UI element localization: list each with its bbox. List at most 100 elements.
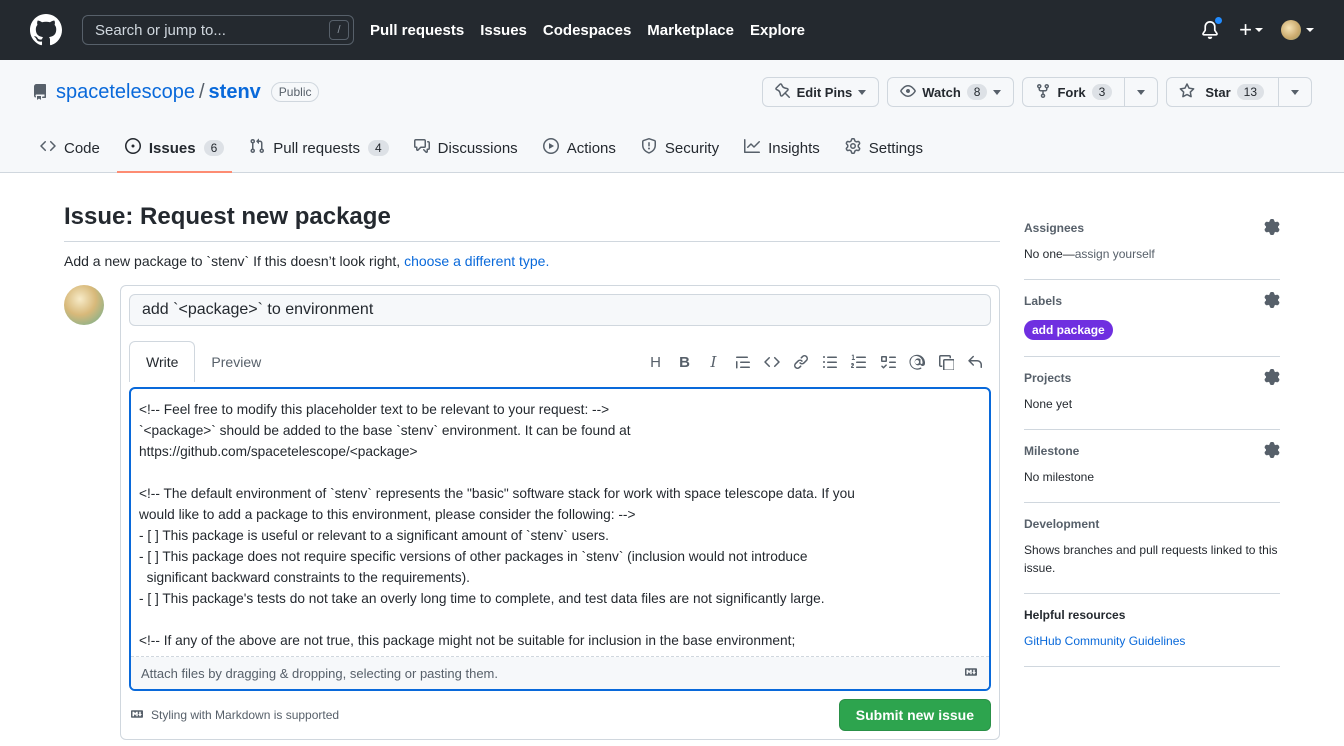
star-dropdown-button[interactable] [1278, 78, 1311, 106]
tab-discussions[interactable]: Discussions [406, 124, 526, 172]
tab-insights-label: Insights [768, 139, 820, 157]
mention-icon[interactable] [908, 354, 925, 371]
gear-icon [845, 138, 861, 158]
global-header: Search or jump to... / Pull requests Iss… [0, 0, 1344, 60]
nav-explore[interactable]: Explore [750, 22, 805, 39]
repo-breadcrumb: spacetelescope / stenv Public [32, 80, 320, 104]
chevron-down-icon [1291, 89, 1299, 95]
gear-icon[interactable] [1264, 291, 1280, 311]
tab-pull-requests[interactable]: Pull requests 4 [241, 124, 396, 172]
tab-code[interactable]: Code [32, 124, 108, 172]
milestone-section: Milestone No milestone [1024, 430, 1280, 503]
tab-settings-label: Settings [868, 139, 923, 157]
labels-section: Labels add package [1024, 280, 1280, 357]
markdown-support-note[interactable]: Styling with Markdown is supported [129, 708, 339, 723]
nav-marketplace[interactable]: Marketplace [647, 22, 734, 39]
assign-yourself-link[interactable]: assign yourself [1075, 247, 1155, 261]
chevron-down-icon [1255, 28, 1263, 32]
repo-separator: / [198, 80, 205, 103]
edit-pins-button[interactable]: Edit Pins [761, 77, 880, 107]
fork-button-group: Fork 3 [1022, 77, 1159, 107]
ordered-list-icon[interactable] [850, 354, 867, 371]
tab-insights[interactable]: Insights [736, 124, 828, 172]
star-button[interactable]: Star 13 [1167, 78, 1278, 106]
label-add-package[interactable]: add package [1024, 320, 1113, 340]
visibility-badge: Public [270, 82, 320, 102]
tab-issues[interactable]: Issues 6 [116, 124, 233, 173]
repo-icon [32, 84, 48, 100]
task-list-icon[interactable] [879, 354, 896, 371]
bold-icon[interactable]: B [676, 354, 693, 371]
unread-dot [1214, 16, 1224, 25]
repo-owner-link[interactable]: spacetelescope [56, 81, 195, 104]
tab-issues-label: Issues [148, 139, 196, 157]
github-logo-icon[interactable] [30, 12, 66, 48]
nav-codespaces[interactable]: Codespaces [543, 22, 631, 39]
labels-title: Labels [1024, 294, 1063, 308]
repo-tabs: Code Issues 6 Pull requests 4 Discussion… [0, 124, 1344, 173]
watch-label: Watch [922, 84, 961, 100]
tab-write[interactable]: Write [129, 341, 196, 382]
search-shortcut-key: / [329, 20, 349, 40]
code-icon[interactable] [763, 354, 780, 371]
star-icon [1179, 82, 1195, 102]
gear-icon[interactable] [1264, 441, 1280, 461]
italic-icon[interactable]: I [705, 353, 722, 371]
watch-count: 8 [966, 84, 988, 100]
projects-section: Projects None yet [1024, 357, 1280, 430]
chevron-down-icon [993, 89, 1002, 95]
code-icon [40, 138, 56, 158]
projects-value: None yet [1024, 397, 1073, 411]
gear-icon[interactable] [1264, 218, 1280, 238]
file-attachment-bar[interactable]: Attach files by dragging & dropping, sel… [131, 657, 989, 689]
tab-code-label: Code [64, 139, 100, 157]
fork-label: Fork [1057, 84, 1086, 100]
tab-security[interactable]: Security [633, 124, 727, 172]
issue-title-input[interactable] [129, 294, 991, 326]
reply-icon[interactable] [966, 354, 983, 371]
avatar [64, 285, 104, 325]
helpful-resources-title: Helpful resources [1024, 608, 1126, 622]
watch-button[interactable]: Watch 8 [887, 77, 1015, 107]
play-icon [542, 138, 559, 158]
issue-body-editor[interactable]: <!-- Feel free to modify this placeholde… [129, 387, 991, 691]
pin-icon [774, 82, 791, 102]
helpful-resources-section: Helpful resources GitHub Community Guide… [1024, 594, 1280, 667]
user-menu-button[interactable] [1281, 20, 1314, 40]
gear-icon[interactable] [1264, 368, 1280, 388]
unordered-list-icon[interactable] [821, 354, 838, 371]
cross-reference-icon[interactable] [937, 354, 954, 371]
chevron-down-icon [1306, 28, 1314, 32]
template-description: Add a new package to `stenv` If this doe… [64, 253, 1000, 269]
comment-discussion-icon [413, 138, 430, 158]
shield-icon [641, 138, 657, 158]
tab-preview[interactable]: Preview [195, 342, 277, 382]
repo-name-link[interactable]: stenv [209, 81, 261, 104]
fork-button[interactable]: Fork 3 [1023, 78, 1124, 106]
assignees-title: Assignees [1024, 221, 1085, 235]
tab-settings[interactable]: Settings [837, 124, 931, 172]
choose-different-type-link[interactable]: choose a different type. [404, 253, 549, 269]
nav-issues[interactable]: Issues [480, 22, 527, 39]
star-label: Star [1205, 84, 1231, 100]
tab-actions[interactable]: Actions [535, 124, 624, 172]
development-value: Shows branches and pull requests linked … [1024, 543, 1278, 575]
issue-body-textarea[interactable]: <!-- Feel free to modify this placeholde… [131, 389, 989, 657]
submit-new-issue-button[interactable]: Submit new issue [838, 699, 991, 731]
star-button-group: Star 13 [1166, 77, 1312, 107]
create-new-button[interactable]: + [1239, 19, 1263, 41]
fork-dropdown-button[interactable] [1124, 78, 1157, 106]
tab-discussions-label: Discussions [437, 139, 518, 157]
heading-icon[interactable]: H [647, 354, 664, 371]
page-title: Issue: Request new package [64, 203, 1000, 242]
nav-pull-requests[interactable]: Pull requests [370, 22, 464, 39]
notifications-bell-icon[interactable] [1201, 16, 1224, 40]
git-pull-request-icon [249, 138, 265, 158]
fork-icon [1035, 83, 1051, 102]
community-guidelines-link[interactable]: GitHub Community Guidelines [1024, 634, 1185, 648]
issue-sidebar: Assignees No one—assign yourself Labels … [1024, 207, 1280, 740]
quote-icon[interactable] [734, 354, 751, 371]
search-input[interactable]: Search or jump to... / [82, 15, 354, 45]
link-icon[interactable] [792, 354, 809, 371]
eye-icon [900, 83, 917, 102]
